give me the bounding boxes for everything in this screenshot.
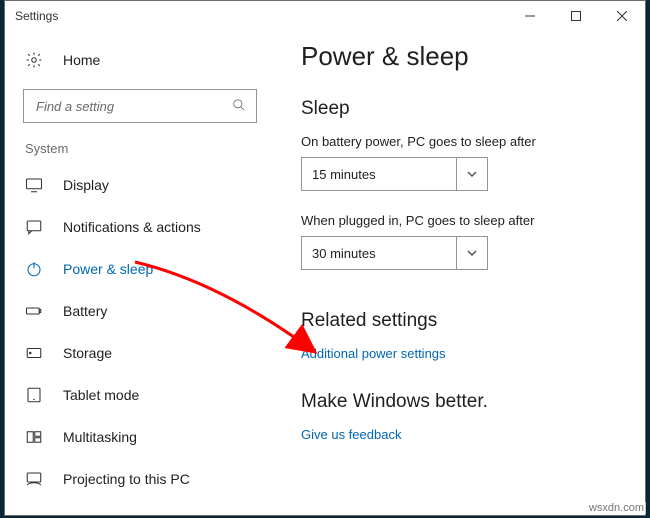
minimize-button[interactable] bbox=[507, 1, 553, 31]
sidebar-item-label: Tablet mode bbox=[63, 387, 139, 403]
multitasking-icon bbox=[25, 428, 45, 446]
titlebar: Settings bbox=[5, 1, 645, 31]
sidebar: Home System Display Notifications & acti… bbox=[5, 31, 275, 515]
plugged-sleep-select[interactable]: 30 minutes bbox=[301, 236, 488, 270]
home-button[interactable]: Home bbox=[5, 39, 275, 81]
chevron-down-icon bbox=[456, 237, 487, 269]
sidebar-item-label: Battery bbox=[63, 303, 107, 319]
projecting-icon bbox=[25, 470, 45, 488]
sidebar-item-projecting[interactable]: Projecting to this PC bbox=[5, 458, 275, 500]
home-label: Home bbox=[63, 52, 100, 68]
shared-icon bbox=[25, 512, 45, 515]
sidebar-item-label: Storage bbox=[63, 345, 112, 361]
sidebar-item-multitasking[interactable]: Multitasking bbox=[5, 416, 275, 458]
power-icon bbox=[25, 260, 45, 278]
sidebar-item-storage[interactable]: Storage bbox=[5, 332, 275, 374]
sidebar-item-label: Power & sleep bbox=[63, 261, 153, 277]
search-field[interactable] bbox=[34, 98, 232, 115]
content-area: Home System Display Notifications & acti… bbox=[5, 31, 645, 515]
window-title: Settings bbox=[15, 9, 58, 23]
sidebar-item-tablet-mode[interactable]: Tablet mode bbox=[5, 374, 275, 416]
sidebar-item-label: Notifications & actions bbox=[63, 219, 201, 235]
notifications-icon bbox=[25, 218, 45, 236]
page-title: Power & sleep bbox=[301, 41, 645, 72]
battery-sleep-value: 15 minutes bbox=[312, 167, 376, 182]
sidebar-item-label: Multitasking bbox=[63, 429, 137, 445]
sleep-heading: Sleep bbox=[301, 98, 645, 120]
sidebar-item-notifications[interactable]: Notifications & actions bbox=[5, 206, 275, 248]
battery-sleep-label: On battery power, PC goes to sleep after bbox=[301, 134, 645, 149]
sidebar-item-label: Shared experiences bbox=[63, 513, 188, 515]
group-label-system: System bbox=[5, 141, 275, 164]
storage-icon bbox=[25, 344, 45, 362]
gear-icon bbox=[25, 51, 45, 69]
tablet-icon bbox=[25, 386, 45, 404]
watermark: wsxdn.com bbox=[587, 502, 646, 514]
battery-icon bbox=[25, 302, 45, 320]
sidebar-item-label: Projecting to this PC bbox=[63, 471, 190, 487]
display-icon bbox=[25, 176, 45, 194]
sidebar-item-shared[interactable]: Shared experiences bbox=[5, 500, 275, 515]
make-better-heading: Make Windows better. bbox=[301, 391, 645, 413]
plugged-sleep-label: When plugged in, PC goes to sleep after bbox=[301, 213, 645, 228]
settings-window: Settings Home bbox=[4, 0, 646, 516]
window-controls bbox=[507, 1, 645, 31]
close-button[interactable] bbox=[599, 1, 645, 31]
sidebar-item-label: Display bbox=[63, 177, 109, 193]
battery-sleep-select[interactable]: 15 minutes bbox=[301, 157, 488, 191]
chevron-down-icon bbox=[456, 158, 487, 190]
search-input[interactable] bbox=[23, 89, 257, 123]
main-panel: Power & sleep Sleep On battery power, PC… bbox=[275, 31, 645, 515]
additional-power-settings-link[interactable]: Additional power settings bbox=[301, 346, 446, 361]
search-icon bbox=[232, 98, 246, 115]
sidebar-item-power-sleep[interactable]: Power & sleep bbox=[5, 248, 275, 290]
maximize-button[interactable] bbox=[553, 1, 599, 31]
sidebar-item-battery[interactable]: Battery bbox=[5, 290, 275, 332]
sidebar-item-display[interactable]: Display bbox=[5, 164, 275, 206]
related-heading: Related settings bbox=[301, 310, 645, 332]
feedback-link[interactable]: Give us feedback bbox=[301, 427, 401, 442]
plugged-sleep-value: 30 minutes bbox=[312, 246, 376, 261]
